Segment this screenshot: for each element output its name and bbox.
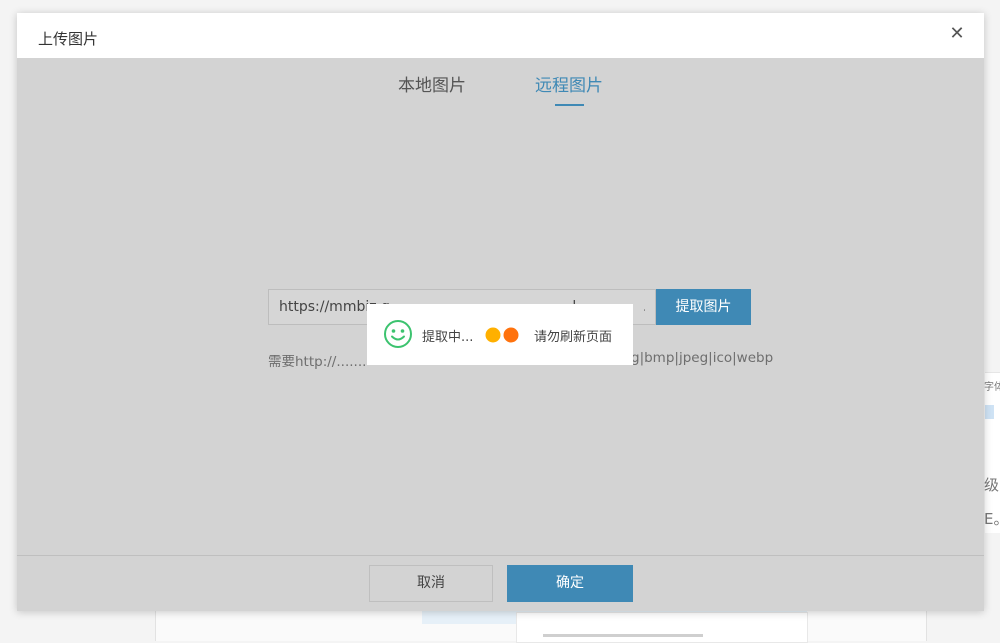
tab-local-image[interactable]: 本地图片	[398, 71, 466, 96]
loading-dots-icon	[485, 327, 519, 343]
confirm-button[interactable]: 确定	[507, 565, 633, 602]
dialog-header: 上传图片 ✕	[17, 13, 984, 58]
refresh-warning-text: 请勿刷新页面	[534, 330, 613, 345]
fetch-image-button[interactable]: 提取图片	[656, 289, 751, 325]
active-tab-indicator	[555, 104, 584, 106]
background-right-bar	[985, 405, 994, 419]
background-right-text: E。	[984, 510, 1000, 528]
loading-toast: 提取中... 请勿刷新页面	[367, 304, 633, 365]
smile-icon	[384, 320, 412, 348]
footer-divider	[17, 555, 984, 556]
close-icon[interactable]: ✕	[946, 23, 968, 45]
cancel-button[interactable]: 取消	[369, 565, 493, 602]
background-right-text: 字体	[984, 382, 1000, 393]
loading-text: 提取中...	[422, 330, 474, 345]
background-document	[516, 612, 808, 643]
format-hint-extensions: g|bmp|jpeg|ico|webp	[631, 350, 774, 366]
tab-remote-image[interactable]: 远程图片	[535, 71, 603, 96]
background-document-text	[543, 634, 703, 637]
background-right-text: 级	[984, 476, 1000, 494]
dialog-title: 上传图片	[38, 30, 99, 48]
